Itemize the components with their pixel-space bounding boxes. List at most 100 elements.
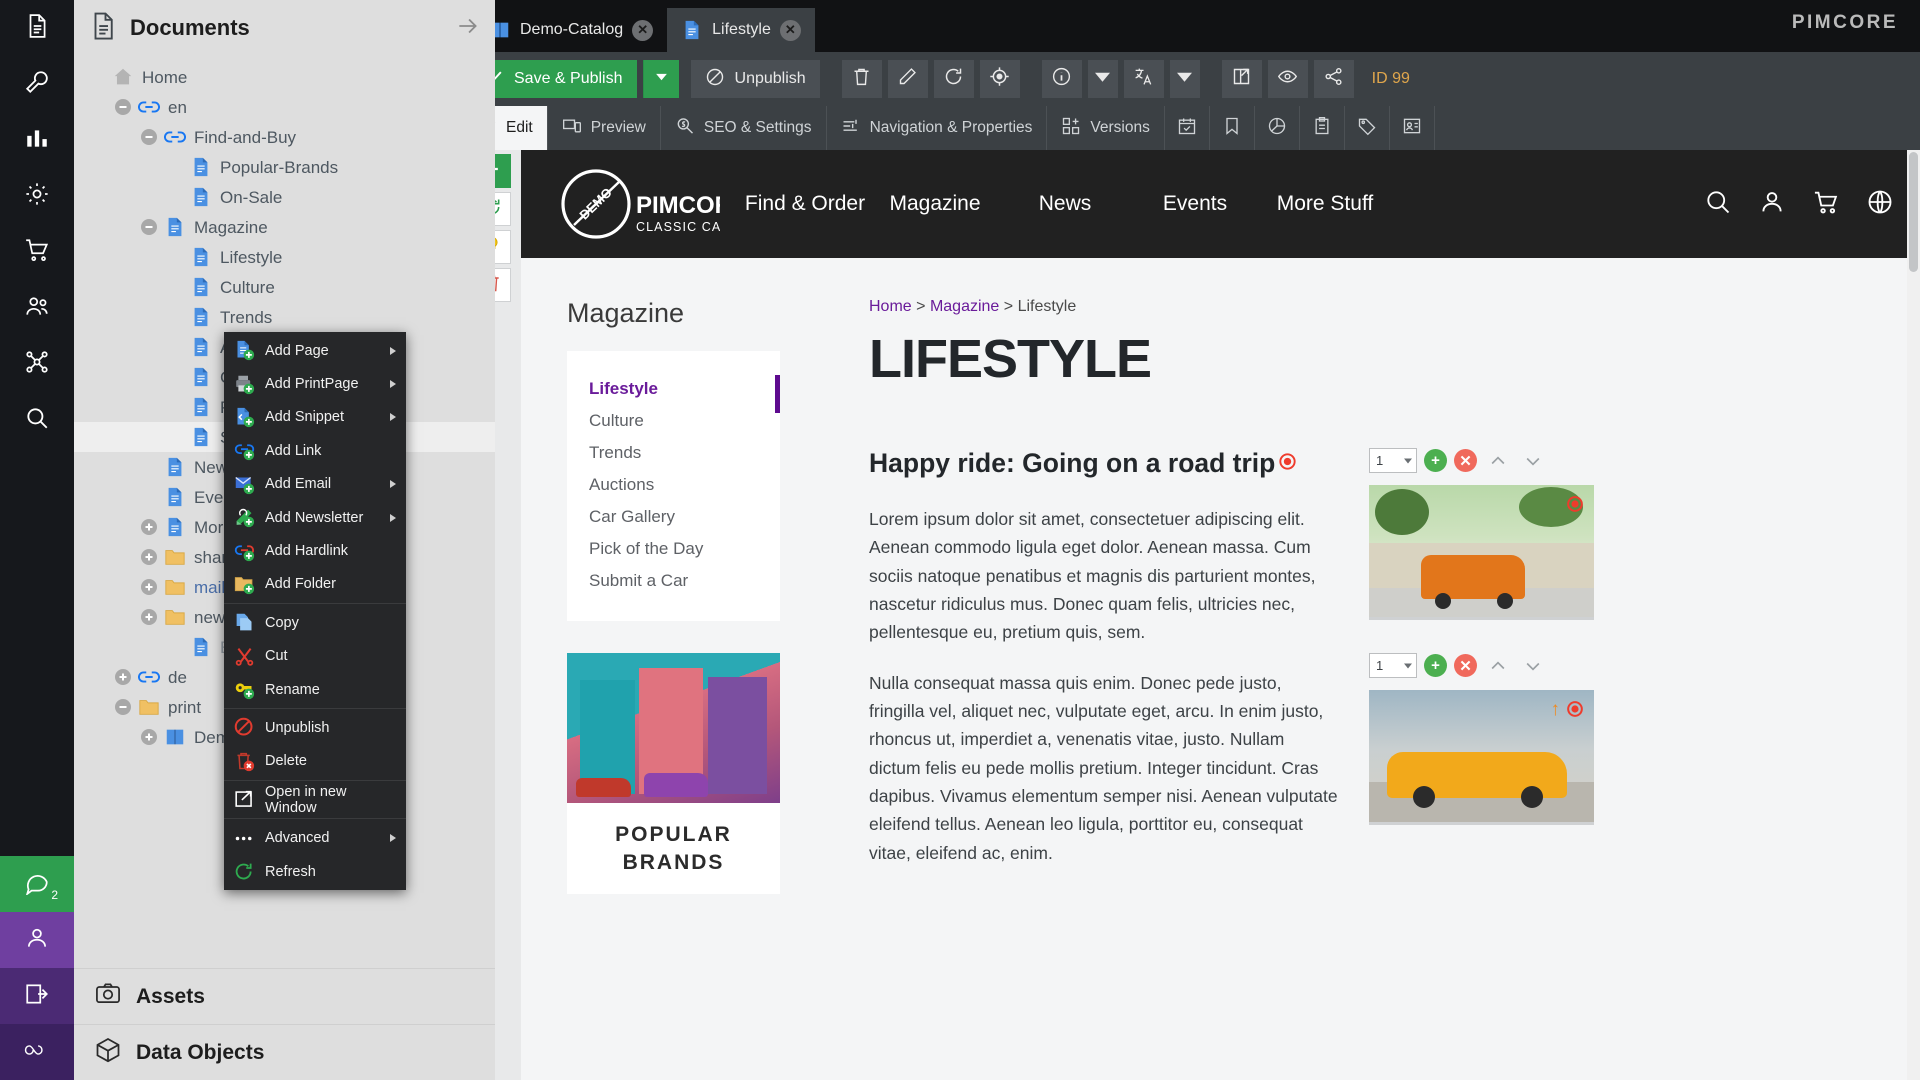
accordion-assets[interactable]: Assets bbox=[74, 968, 495, 1024]
close-icon[interactable]: ✕ bbox=[779, 19, 801, 41]
unpublish-button[interactable]: Unpublish bbox=[690, 60, 820, 98]
context-menu-item-open-in-new-window[interactable]: Open in new Window bbox=[224, 783, 406, 816]
tree-node-popular-brands[interactable]: Popular-Brands bbox=[74, 152, 495, 182]
locate-button[interactable] bbox=[979, 60, 1020, 98]
article-image-2[interactable]: ↑ bbox=[1369, 690, 1594, 825]
move-block-down-icon[interactable] bbox=[1519, 654, 1547, 677]
document-tab-lifestyle[interactable]: Lifestyle ✕ bbox=[667, 8, 815, 52]
tree-node-home[interactable]: Home bbox=[74, 62, 495, 92]
expand-icon[interactable] bbox=[140, 578, 158, 596]
context-menu-item-unpublish[interactable]: Unpublish bbox=[224, 711, 406, 744]
preview-button[interactable] bbox=[1267, 60, 1308, 98]
popular-brands-card[interactable]: POPULAR BRANDS bbox=[567, 653, 780, 894]
move-block-up-icon[interactable] bbox=[1484, 449, 1512, 472]
tree-node-trends[interactable]: Trends bbox=[74, 302, 495, 332]
breadcrumb-home[interactable]: Home bbox=[869, 298, 912, 315]
magazine-nav-submit-a-car[interactable]: Submit a Car bbox=[567, 565, 780, 597]
article-heading[interactable]: Happy ride: Going on a road trip bbox=[869, 448, 1339, 479]
rail-item-pimcore-mark[interactable] bbox=[0, 1024, 74, 1080]
context-menu-item-add-folder[interactable]: Add Folder bbox=[224, 568, 406, 601]
context-menu-item-add-page[interactable]: Add Page bbox=[224, 334, 406, 367]
expand-icon[interactable] bbox=[140, 728, 158, 746]
move-up-arrow-icon[interactable]: ↑ bbox=[1551, 699, 1561, 721]
tab-tags[interactable] bbox=[1345, 106, 1390, 150]
user-icon[interactable] bbox=[1758, 188, 1786, 221]
accordion-data-objects[interactable]: Data Objects bbox=[74, 1024, 495, 1080]
context-menu-item-add-snippet[interactable]: Add Snippet bbox=[224, 401, 406, 434]
site-nav-news[interactable]: News bbox=[1000, 191, 1130, 216]
scrollbar-thumb[interactable] bbox=[1909, 152, 1918, 272]
site-nav-more-stuff[interactable]: More Stuff bbox=[1260, 191, 1390, 216]
tab-navigation-properties[interactable]: Navigation & Properties bbox=[827, 106, 1048, 150]
rail-item-profile[interactable] bbox=[0, 912, 74, 968]
save-publish-button[interactable]: Save & Publish bbox=[471, 60, 637, 98]
magazine-nav-lifestyle[interactable]: Lifestyle bbox=[567, 373, 780, 405]
magazine-nav-auctions[interactable]: Auctions bbox=[567, 469, 780, 501]
context-menu-item-add-email[interactable]: Add Email bbox=[224, 468, 406, 501]
rail-item-ecommerce[interactable] bbox=[0, 224, 74, 280]
editable-marker-icon[interactable] bbox=[1565, 699, 1585, 719]
rail-item-customers[interactable] bbox=[0, 280, 74, 336]
context-menu-item-copy[interactable]: Copy bbox=[224, 606, 406, 639]
tree-node-lifestyle[interactable]: Lifestyle bbox=[74, 242, 495, 272]
tab-preview[interactable]: Preview bbox=[548, 106, 661, 150]
rail-item-logout[interactable] bbox=[0, 968, 74, 1024]
add-block-button[interactable]: + bbox=[1424, 449, 1447, 472]
tree-node-find-and-buy[interactable]: Find-and-Buy bbox=[74, 122, 495, 152]
magazine-nav-pick-of-the-day[interactable]: Pick of the Day bbox=[567, 533, 780, 565]
tab-tasks[interactable] bbox=[1300, 106, 1345, 150]
magazine-nav-car-gallery[interactable]: Car Gallery bbox=[567, 501, 780, 533]
magazine-nav-trends[interactable]: Trends bbox=[567, 437, 780, 469]
tab-contacts[interactable] bbox=[1390, 106, 1435, 150]
reload-button[interactable] bbox=[933, 60, 974, 98]
info-button[interactable] bbox=[1041, 60, 1082, 98]
breadcrumb-magazine[interactable]: Magazine bbox=[930, 298, 999, 315]
rail-item-tools[interactable] bbox=[0, 56, 74, 112]
move-block-down-icon[interactable] bbox=[1519, 449, 1547, 472]
remove-block-button[interactable]: ✕ bbox=[1454, 449, 1477, 472]
context-menu-item-add-hardlink[interactable]: Add Hardlink bbox=[224, 534, 406, 567]
translate-button[interactable] bbox=[1123, 60, 1164, 98]
translate-dropdown[interactable] bbox=[1169, 60, 1200, 98]
editable-marker-icon[interactable] bbox=[1565, 494, 1585, 514]
open-external-button[interactable] bbox=[1221, 60, 1262, 98]
context-menu-item-add-newsletter[interactable]: Add Newsletter bbox=[224, 501, 406, 534]
context-menu-item-add-link[interactable]: Add Link bbox=[224, 434, 406, 467]
tab-schedule[interactable] bbox=[1165, 106, 1210, 150]
article-paragraph-1[interactable]: Lorem ipsum dolor sit amet, consectetuer… bbox=[869, 505, 1339, 647]
tree-context-menu[interactable]: Add Page Add PrintPage Add Snippet Add Link… bbox=[224, 332, 406, 891]
rail-item-documents[interactable] bbox=[0, 0, 74, 56]
magazine-nav-culture[interactable]: Culture bbox=[567, 405, 780, 437]
tree-node-on-sale[interactable]: On-Sale bbox=[74, 182, 495, 212]
editable-marker-icon[interactable] bbox=[1277, 448, 1298, 479]
rail-item-settings[interactable] bbox=[0, 168, 74, 224]
context-menu-item-rename[interactable]: Rename bbox=[224, 673, 406, 706]
collapse-icon[interactable] bbox=[140, 128, 158, 146]
block-index-select[interactable]: 1 bbox=[1369, 653, 1417, 678]
arrow-right-icon[interactable] bbox=[455, 13, 481, 44]
expand-icon[interactable] bbox=[140, 608, 158, 626]
rail-item-notifications[interactable]: 2 bbox=[0, 856, 74, 912]
add-block-button[interactable]: + bbox=[1424, 654, 1447, 677]
page-scrollbar[interactable] bbox=[1907, 150, 1920, 1080]
site-nav-events[interactable]: Events bbox=[1130, 191, 1260, 216]
context-menu-item-add-printpage[interactable]: Add PrintPage bbox=[224, 367, 406, 400]
collapse-icon[interactable] bbox=[140, 218, 158, 236]
save-publish-dropdown[interactable] bbox=[642, 60, 679, 98]
tab-seo-settings[interactable]: SEO & Settings bbox=[661, 106, 827, 150]
expand-icon[interactable] bbox=[114, 668, 132, 686]
rail-item-reports[interactable] bbox=[0, 112, 74, 168]
collapse-icon[interactable] bbox=[114, 98, 132, 116]
globe-icon[interactable] bbox=[1866, 188, 1894, 221]
context-menu-item-refresh[interactable]: Refresh bbox=[224, 855, 406, 888]
tree-node-magazine[interactable]: Magazine bbox=[74, 212, 495, 242]
rename-button[interactable] bbox=[887, 60, 928, 98]
rail-item-marketing[interactable] bbox=[0, 336, 74, 392]
site-logo[interactable]: DEMO PIMCORE CLASSIC CARS bbox=[547, 163, 722, 245]
delete-button[interactable] bbox=[841, 60, 882, 98]
cart-icon[interactable] bbox=[1812, 188, 1840, 221]
rail-item-search[interactable] bbox=[0, 392, 74, 448]
remove-block-button[interactable]: ✕ bbox=[1454, 654, 1477, 677]
tree-node-culture[interactable]: Culture bbox=[74, 272, 495, 302]
context-menu-item-cut[interactable]: Cut bbox=[224, 640, 406, 673]
